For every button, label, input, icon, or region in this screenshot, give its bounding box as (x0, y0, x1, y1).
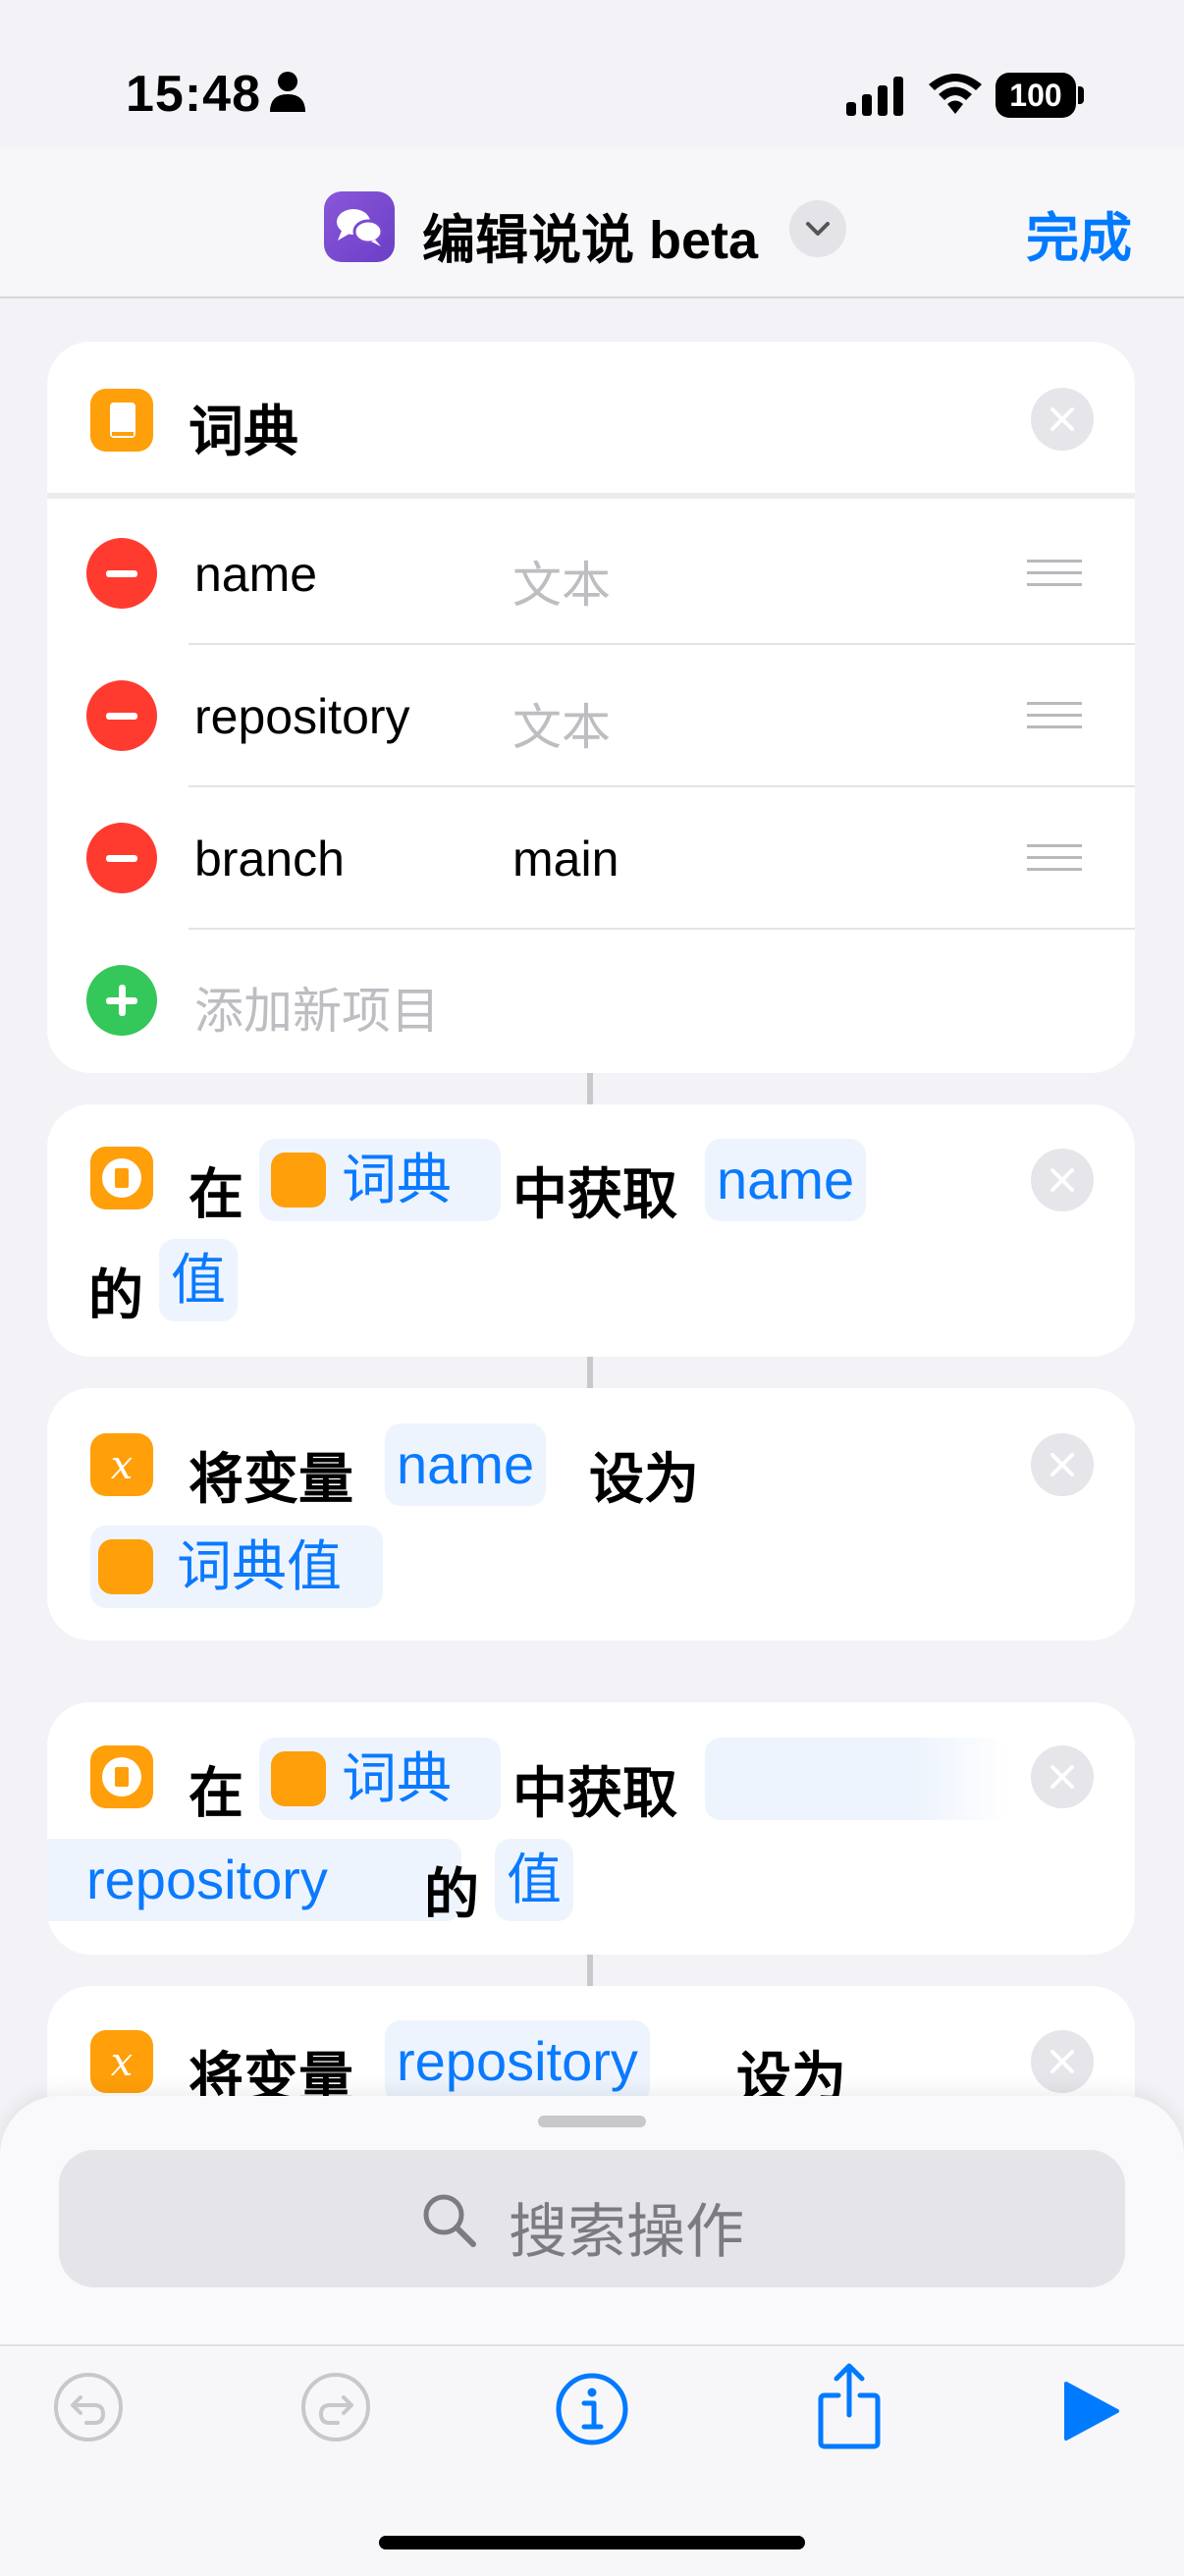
flow-connector (587, 1357, 593, 1388)
remove-action-button[interactable] (1031, 1745, 1094, 1808)
flow-connector (587, 1955, 593, 1986)
action-text: 在 (188, 1163, 243, 1225)
variable-x-icon: x (111, 2040, 134, 2085)
svg-text:x: x (111, 1443, 134, 1488)
search-placeholder[interactable]: 搜索操作 (509, 2184, 744, 2270)
dictionary-value[interactable]: 文本 (512, 546, 611, 617)
dictionary-key[interactable]: branch (194, 831, 345, 887)
add-item-label[interactable]: 添加新项目 (194, 972, 440, 1043)
book-icon (110, 402, 135, 438)
token-label: 词典 (342, 1747, 452, 1809)
svg-text:x: x (111, 2040, 134, 2085)
dictionary-value[interactable]: main (512, 831, 619, 887)
wifi-icon (929, 74, 982, 114)
reorder-handle-icon[interactable] (1027, 702, 1082, 731)
chevron-down-icon (806, 222, 830, 236)
dictionary-key[interactable]: repository (194, 688, 410, 745)
delete-row-button[interactable] (86, 538, 157, 609)
remove-action-button[interactable] (1031, 2030, 1094, 2093)
battery-cap (1078, 86, 1084, 104)
value-token[interactable]: 值 (495, 1839, 573, 1921)
variable-x-icon: x (111, 1443, 134, 1488)
key-token-wrap-start[interactable] (705, 1738, 1009, 1820)
value-token[interactable]: 值 (159, 1239, 238, 1321)
close-icon (1050, 1453, 1074, 1476)
delete-row-button[interactable] (86, 680, 157, 751)
sheet-grabber[interactable] (538, 2116, 646, 2127)
divider (188, 928, 1135, 930)
cellular-signal-icon (846, 77, 903, 116)
dictionary-badge-icon (102, 1158, 141, 1198)
token-label: 词典 (342, 1149, 452, 1210)
add-item-button[interactable] (86, 965, 157, 1036)
divider (188, 785, 1135, 787)
redo-icon[interactable] (300, 2372, 371, 2442)
chat-bubbles-icon (337, 209, 384, 246)
status-time: 15:48 (126, 66, 261, 123)
book-icon (271, 1751, 326, 1806)
key-token[interactable]: name (705, 1139, 867, 1221)
dictionary-value-token[interactable]: 词典值 (90, 1526, 383, 1608)
get-value-action-icon (90, 1147, 153, 1209)
dictionary-value[interactable]: 文本 (512, 688, 611, 759)
token-label: 词典值 (177, 1535, 342, 1597)
action-text: 中获取 (512, 1163, 677, 1225)
dictionary-key[interactable]: name (194, 546, 317, 603)
divider (47, 493, 1135, 499)
flow-connector (587, 1073, 593, 1104)
dictionary-badge-icon (98, 1539, 153, 1594)
shortcut-app-icon[interactable] (324, 191, 395, 262)
close-icon (1050, 407, 1074, 431)
info-icon[interactable] (555, 2372, 629, 2446)
remove-action-button[interactable] (1031, 388, 1094, 451)
dictionary-variable-token[interactable]: 词典 (259, 1738, 501, 1820)
run-play-icon[interactable] (1062, 2380, 1121, 2442)
title-menu-button[interactable] (789, 200, 846, 257)
shortcut-title[interactable]: 编辑说说 beta (422, 196, 758, 274)
delete-row-button[interactable] (86, 823, 157, 893)
reorder-handle-icon[interactable] (1027, 844, 1082, 874)
undo-icon[interactable] (53, 2372, 124, 2442)
action-text: 的 (88, 1264, 143, 1326)
variable-action-icon: x (90, 2030, 153, 2093)
remove-action-button[interactable] (1031, 1433, 1094, 1496)
dictionary-title: 词典 (188, 401, 298, 462)
close-icon (1050, 1765, 1074, 1789)
get-value-action-icon (90, 1745, 153, 1808)
action-text: 将变量 (188, 1448, 353, 1510)
variable-name-token[interactable]: repository (385, 2020, 650, 2103)
divider (188, 643, 1135, 645)
share-icon[interactable] (815, 2360, 884, 2450)
home-indicator (379, 2536, 805, 2549)
variable-name-token[interactable]: name (385, 1423, 547, 1506)
dictionary-variable-token[interactable]: 词典 (259, 1139, 501, 1221)
action-text: 设为 (589, 1448, 699, 1510)
reorder-handle-icon[interactable] (1027, 560, 1082, 589)
action-text: 在 (188, 1762, 243, 1824)
remove-action-button[interactable] (1031, 1149, 1094, 1211)
close-icon (1050, 1168, 1074, 1192)
done-button[interactable]: 完成 (1026, 194, 1132, 272)
dictionary-badge-icon (102, 1757, 141, 1797)
battery-indicator: 100 (996, 73, 1076, 118)
action-text: 中获取 (512, 1762, 677, 1824)
book-icon (271, 1153, 326, 1208)
action-text: 的 (424, 1863, 479, 1925)
key-token[interactable]: repository (47, 1839, 461, 1921)
dictionary-action-icon (90, 389, 153, 452)
variable-action-icon: x (90, 1433, 153, 1496)
close-icon (1050, 2050, 1074, 2073)
search-icon (423, 2194, 476, 2247)
person-icon (270, 72, 305, 112)
